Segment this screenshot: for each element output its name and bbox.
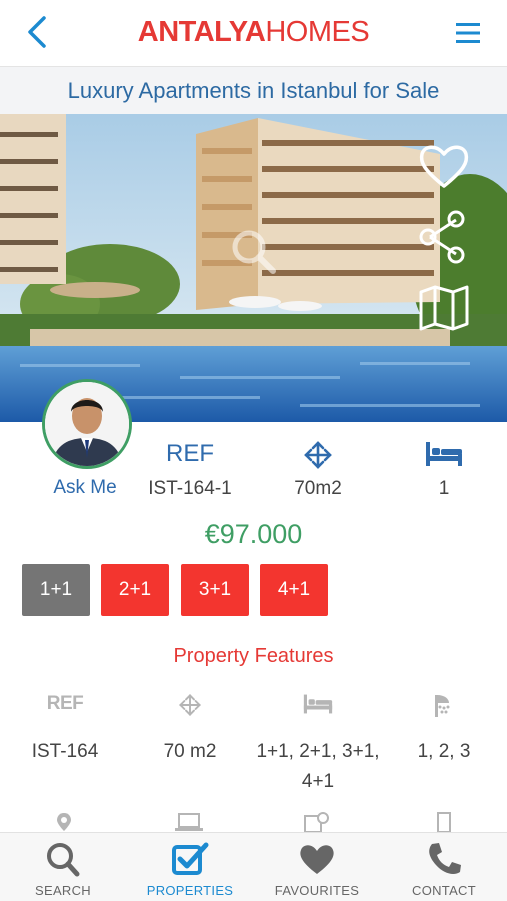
agent-avatar[interactable] [42, 379, 132, 469]
tab-search[interactable]: SEARCH [0, 833, 126, 901]
zoom-icon[interactable] [228, 226, 278, 276]
checkbox-icon [172, 842, 209, 875]
tab-contact[interactable]: CONTACT [381, 833, 507, 901]
app-logo[interactable]: ANTALYAHOMES [0, 16, 507, 49]
room-option-1-1[interactable]: 1+1 [22, 564, 90, 616]
hamburger-menu-icon[interactable] [455, 20, 481, 46]
feature-area-icon-wrap [145, 693, 235, 722]
bed-icon [303, 694, 333, 714]
property-features-heading: Property Features [173, 645, 334, 667]
tab-favourites[interactable]: FAVOURITES [254, 833, 380, 901]
agent-portrait [45, 382, 129, 466]
move-arrows-icon [179, 694, 201, 716]
bottom-tab-bar: SEARCH PROPERTIES FAVOURITES CONTACT [0, 832, 507, 901]
laptop-icon [175, 813, 203, 831]
location-pin-icon [57, 813, 71, 831]
tab-properties[interactable]: PROPERTIES [127, 833, 253, 901]
bed-value: 1 [438, 478, 450, 499]
ref-icon: REF [46, 693, 84, 714]
heart-icon [300, 845, 334, 874]
share-icon[interactable] [418, 210, 466, 264]
feature-bathrooms-value: 1, 2, 3 [417, 741, 471, 762]
room-option-2-1[interactable]: 2+1 [101, 564, 169, 616]
phone-icon [429, 843, 461, 874]
ref-value: IST-164-1 [148, 478, 232, 499]
logo-bold-text: ANTALYA [137, 16, 266, 48]
heart-icon[interactable] [418, 142, 470, 190]
area-stat [273, 440, 363, 475]
feature-bed-icon-wrap [273, 693, 363, 720]
shower-icon [435, 695, 450, 717]
tab-search-label: SEARCH [35, 883, 91, 898]
logo-light-text: HOMES [265, 16, 370, 48]
bed-stat [399, 440, 489, 473]
tab-properties-label: PROPERTIES [146, 883, 234, 898]
room-option-3-1[interactable]: 3+1 [181, 564, 249, 616]
move-arrows-icon [304, 441, 332, 469]
area-value: 70m2 [294, 478, 342, 499]
listing-title: Luxury Apartments in Istanbul for Sale [0, 67, 507, 114]
search-icon [47, 843, 80, 877]
calendar-clock-icon [304, 812, 329, 832]
building-icon [437, 812, 451, 832]
tab-contact-label: CONTACT [412, 883, 476, 898]
room-option-4-1[interactable]: 4+1 [260, 564, 328, 616]
top-bar: ANTALYAHOMES [0, 0, 507, 67]
feature-shower-icon-wrap [399, 693, 489, 724]
bed-icon [426, 442, 462, 466]
price: €97.000 [204, 519, 303, 549]
ask-me-link[interactable]: Ask Me [40, 477, 130, 499]
property-photo[interactable] [0, 114, 507, 422]
map-icon[interactable] [418, 284, 470, 332]
tab-favourites-label: FAVOURITES [274, 883, 360, 898]
ref-header: REF [166, 440, 214, 467]
feature-bedrooms-line-2: 4+1 [301, 771, 335, 792]
